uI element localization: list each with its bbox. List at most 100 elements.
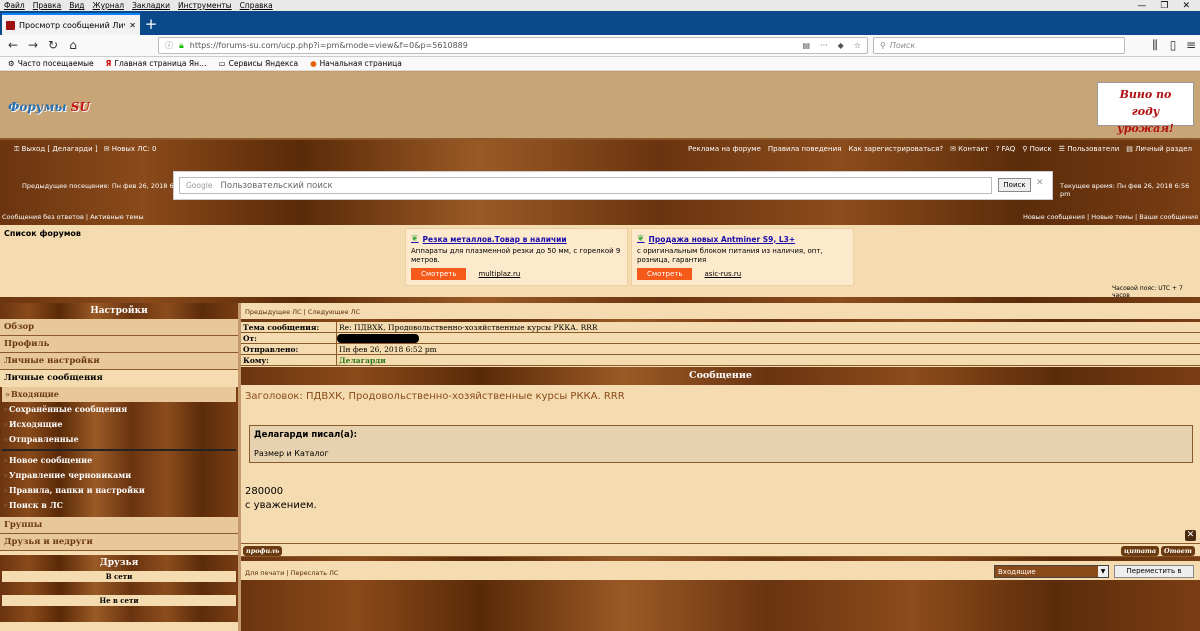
ad-domain[interactable]: multiplaz.ru (478, 270, 520, 278)
bookmark-yandex-services[interactable]: ▭ Сервисы Яндекса (219, 59, 299, 68)
link-members[interactable]: ☰ Пользователи (1059, 145, 1120, 153)
dropdown-arrow-icon[interactable]: ▼ (1098, 566, 1108, 577)
delete-message-icon[interactable]: ✕ (1185, 530, 1196, 541)
sidebar-item-friends[interactable]: Друзья и недруги (0, 534, 238, 551)
menu-bookmarks[interactable]: Закладки (132, 1, 170, 10)
new-tab-button[interactable]: + (140, 13, 162, 35)
menu-history[interactable]: Журнал (93, 1, 125, 10)
print-forward-links[interactable]: Для печати | Переслать ЛС (245, 569, 338, 577)
reload-icon[interactable]: ↻ (44, 38, 62, 52)
current-time: Текущее время: Пн фев 26, 2018 6:56 pm (1060, 182, 1190, 198)
tab-active[interactable]: Просмотр сообщений Личн… ✕ (2, 13, 140, 35)
sidebar-item-compose[interactable]: Новое сообщение (0, 453, 238, 468)
reply-button[interactable]: Ответ (1161, 546, 1195, 556)
maximize-icon[interactable]: ❐ (1160, 1, 1168, 11)
pm-prev-next-nav[interactable]: Предыдущее ЛС | Следующее ЛС (241, 303, 1200, 319)
ad-title[interactable]: Продажа новых Antminer S9, L3+ (649, 235, 796, 244)
sidebar-item-drafts[interactable]: Управление черновиками (0, 468, 238, 483)
unanswered-active-links[interactable]: Сообщения без ответов | Активные темы (2, 213, 144, 221)
bookmark-yandex-home[interactable]: Я Главная страница Ян… (106, 59, 207, 68)
profile-button[interactable]: профиль (243, 546, 283, 556)
sidebar-item-preferences[interactable]: Личные настройки (0, 353, 238, 370)
friends-online-list (2, 582, 236, 595)
bookmark-label: Главная страница Ян… (114, 59, 207, 68)
home-icon[interactable]: ⌂ (64, 38, 82, 52)
ad-domain[interactable]: asic-rus.ru (704, 270, 741, 278)
link-ucp[interactable]: ▤ Личный раздел (1126, 145, 1192, 153)
sidebar-item-profile[interactable]: Профиль (0, 336, 238, 353)
link-ads[interactable]: Реклама на форуме (688, 145, 761, 153)
field-label: Кому: (241, 355, 337, 365)
ad-block-2[interactable]: ❦ Продажа новых Antminer S9, L3+ с оригин… (631, 228, 854, 286)
sidebar-toggle-icon[interactable]: ▯ (1164, 38, 1182, 52)
reader-view-icon[interactable]: ▤ (802, 41, 810, 50)
menu-view[interactable]: Вид (69, 1, 84, 10)
browser-search-field[interactable]: ⚲ Поиск (873, 37, 1125, 54)
google-search-input[interactable]: Google Пользовательский поиск (179, 177, 992, 194)
sidebar-item-groups[interactable]: Группы (0, 517, 238, 534)
menu-help[interactable]: Справка (240, 1, 273, 10)
folder-select[interactable]: Входящие ▼ (994, 565, 1109, 578)
sidebar-item-pm[interactable]: Личные сообщения (0, 370, 238, 387)
bookmark-label: Начальная страница (319, 59, 402, 68)
sidebar-item-sent[interactable]: Отправленные (0, 432, 238, 447)
pocket-icon[interactable]: ◆ (838, 41, 844, 50)
site-logo[interactable]: Форумы SU (8, 100, 90, 114)
tab-title: Просмотр сообщений Личн… (19, 20, 125, 30)
quote-button[interactable]: цитата (1121, 546, 1160, 556)
ad-description: с оригинальным блоком питания из наличия… (637, 247, 823, 264)
ad-description: Аппараты для плазменной резки до 50 мм, … (411, 247, 621, 264)
info-icon[interactable]: ⓘ (165, 40, 173, 51)
tab-close-icon[interactable]: ✕ (129, 21, 136, 30)
link-register-howto[interactable]: Как зарегистрироваться? (848, 145, 943, 153)
link-faq[interactable]: ? FAQ (996, 145, 1016, 153)
back-icon[interactable]: ← (4, 38, 22, 52)
hamburger-menu-icon[interactable]: ≡ (1182, 38, 1200, 52)
bookmark-most-visited[interactable]: ⚙ Часто посещаемые (8, 59, 94, 68)
ad-title[interactable]: Резка металлов.Товар в наличии (423, 235, 567, 244)
search-icon: ⚲ (880, 41, 886, 50)
google-search-button[interactable]: Поиск (998, 178, 1031, 192)
url-actions: ▤ ··· ◆ ☆ (802, 41, 867, 50)
sidebar-item-overview[interactable]: Обзор (0, 319, 238, 336)
menu-edit[interactable]: Правка (33, 1, 62, 10)
move-to-folder-button[interactable]: Переместить в папку (1114, 565, 1194, 586)
logout-link[interactable]: ⚿ Выход [ Делагарди ] (14, 145, 98, 154)
menu-tools[interactable]: Инструменты (178, 1, 232, 10)
url-bar[interactable]: ⓘ 🔒︎ https://forums-su.com/ucp.php?i=pm&… (158, 37, 868, 54)
message-text-line2: с уважением. (245, 500, 317, 511)
forward-icon[interactable]: → (24, 38, 42, 52)
new-pm-link[interactable]: ✉ Новых ЛС: 0 (104, 145, 157, 154)
new-posts-links[interactable]: Новые сообщения | Новые темы | Ваши сооб… (1023, 213, 1198, 221)
ad-block-1[interactable]: ❦ Резка металлов.Товар в наличии Аппараты… (405, 228, 628, 286)
link-search[interactable]: ⚲ Поиск (1022, 145, 1052, 153)
ad-view-button[interactable]: Смотреть (411, 268, 467, 280)
clear-search-icon[interactable]: ✕ (1036, 178, 1044, 188)
logo-text: Форумы (8, 100, 71, 114)
library-icon[interactable]: ⫼ (1146, 38, 1164, 53)
search-strip: Предыдущее посещение: Пн фев 26, 2018 6:… (0, 158, 1200, 208)
top-links-bar: ⚿ Выход [ Делагарди ] ✉ Новых ЛС: 0 Рекл… (0, 140, 1200, 158)
close-window-icon[interactable]: ✕ (1182, 1, 1190, 11)
sidebar-item-outbox[interactable]: Исходящие (0, 417, 238, 432)
bookmark-star-icon[interactable]: ☆ (854, 41, 861, 50)
forum-index-link[interactable]: Список форумов (4, 229, 81, 238)
minimize-icon[interactable]: — (1137, 1, 1146, 11)
wine-banner[interactable]: Вино по году урожая! (1097, 82, 1194, 135)
field-label: Тема сообщения: (241, 322, 337, 332)
sidebar-item-saved[interactable]: Сохранённые сообщения (0, 402, 238, 417)
browser-menubar: Файл Правка Вид Журнал Закладки Инструме… (0, 0, 1200, 11)
sidebar-item-pm-search[interactable]: Поиск в ЛС (0, 498, 238, 513)
gear-icon: ⚙ (8, 59, 15, 68)
sidebar-item-inbox[interactable]: Входящие (2, 387, 236, 402)
lock-icon: 🔒︎ (179, 40, 184, 51)
link-contact[interactable]: ✉ Контакт (950, 145, 989, 153)
link-rules[interactable]: Правила поведения (768, 145, 841, 153)
menu-file[interactable]: Файл (4, 1, 25, 10)
page-actions-icon[interactable]: ··· (820, 41, 828, 50)
quote-text: Размер и Каталог (254, 449, 329, 458)
recipient-link[interactable]: Делагарди (337, 355, 386, 365)
sidebar-item-rules[interactable]: Правила, папки и настройки (0, 483, 238, 498)
bookmark-start-page[interactable]: ● Начальная страница (310, 59, 402, 68)
ad-view-button[interactable]: Смотреть (637, 268, 693, 280)
